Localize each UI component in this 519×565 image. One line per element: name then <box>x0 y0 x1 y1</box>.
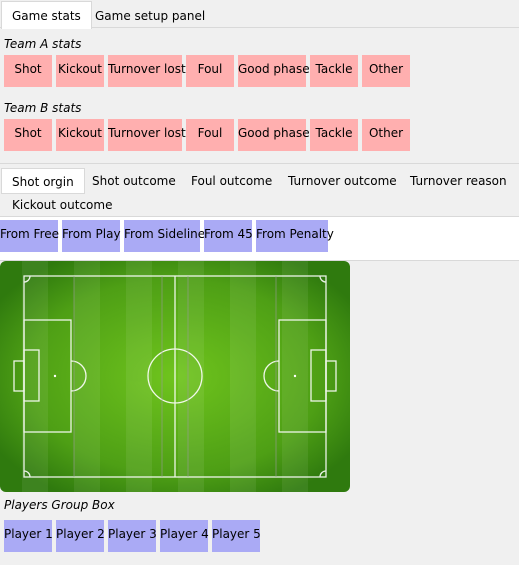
pitch-field[interactable] <box>0 261 350 492</box>
team-a-stats-title: Team A stats <box>4 37 82 51</box>
tab-kickout-outcome[interactable]: Kickout outcome <box>2 192 122 218</box>
player-5-button[interactable]: Player 5 <box>212 520 261 552</box>
team-b-other-button[interactable]: Other <box>362 119 410 151</box>
from-45-button[interactable]: From 45 <box>204 220 253 252</box>
team-a-turnover-lost-button[interactable]: Turnover lost <box>108 55 186 87</box>
team-a-foul-button[interactable]: Foul <box>186 55 234 87</box>
tab-game-stats[interactable]: Game stats <box>1 1 92 29</box>
team-b-tackle-button[interactable]: Tackle <box>310 119 358 151</box>
team-b-shot-button[interactable]: Shot <box>4 119 52 151</box>
team-a-tackle-button[interactable]: Tackle <box>310 55 358 87</box>
tab-turnover-reason[interactable]: Turnover reason <box>400 168 517 194</box>
from-sideline-button[interactable]: From Sideline <box>124 220 205 252</box>
team-b-good-phase-button[interactable]: Good phase <box>238 119 310 151</box>
tab-turnover-outcome[interactable]: Turnover outcome <box>278 168 407 194</box>
from-play-button[interactable]: From Play <box>62 220 121 252</box>
team-b-stats-title: Team B stats <box>4 101 82 115</box>
tab-shot-outcome[interactable]: Shot outcome <box>82 168 186 194</box>
player-2-button[interactable]: Player 2 <box>56 520 105 552</box>
team-a-kickout-button[interactable]: Kickout <box>56 55 104 87</box>
team-a-other-button[interactable]: Other <box>362 55 410 87</box>
player-4-button[interactable]: Player 4 <box>160 520 209 552</box>
players-group-title: Players Group Box <box>4 498 115 512</box>
from-free-button[interactable]: From Free <box>0 220 59 252</box>
pitch-image <box>0 261 350 492</box>
team-b-turnover-lost-button[interactable]: Turnover lost <box>108 119 186 151</box>
team-b-foul-button[interactable]: Foul <box>186 119 234 151</box>
tab-game-setup-panel[interactable]: Game setup panel <box>85 3 215 29</box>
shot-origin-panel: From Free From Play From Sideline From 4… <box>0 216 519 261</box>
team-a-shot-button[interactable]: Shot <box>4 55 52 87</box>
main-tab-bar: Game stats Game setup panel <box>0 0 519 29</box>
tab-foul-outcome[interactable]: Foul outcome <box>181 168 282 194</box>
outcome-tab-bar: Shot orgin Shot outcome Foul outcome Tur… <box>0 163 519 218</box>
team-b-kickout-button[interactable]: Kickout <box>56 119 104 151</box>
player-1-button[interactable]: Player 1 <box>4 520 53 552</box>
tab-shot-origin[interactable]: Shot orgin <box>1 168 85 194</box>
team-a-good-phase-button[interactable]: Good phase <box>238 55 310 87</box>
player-3-button[interactable]: Player 3 <box>108 520 157 552</box>
from-penalty-button[interactable]: From Penalty <box>256 220 334 252</box>
